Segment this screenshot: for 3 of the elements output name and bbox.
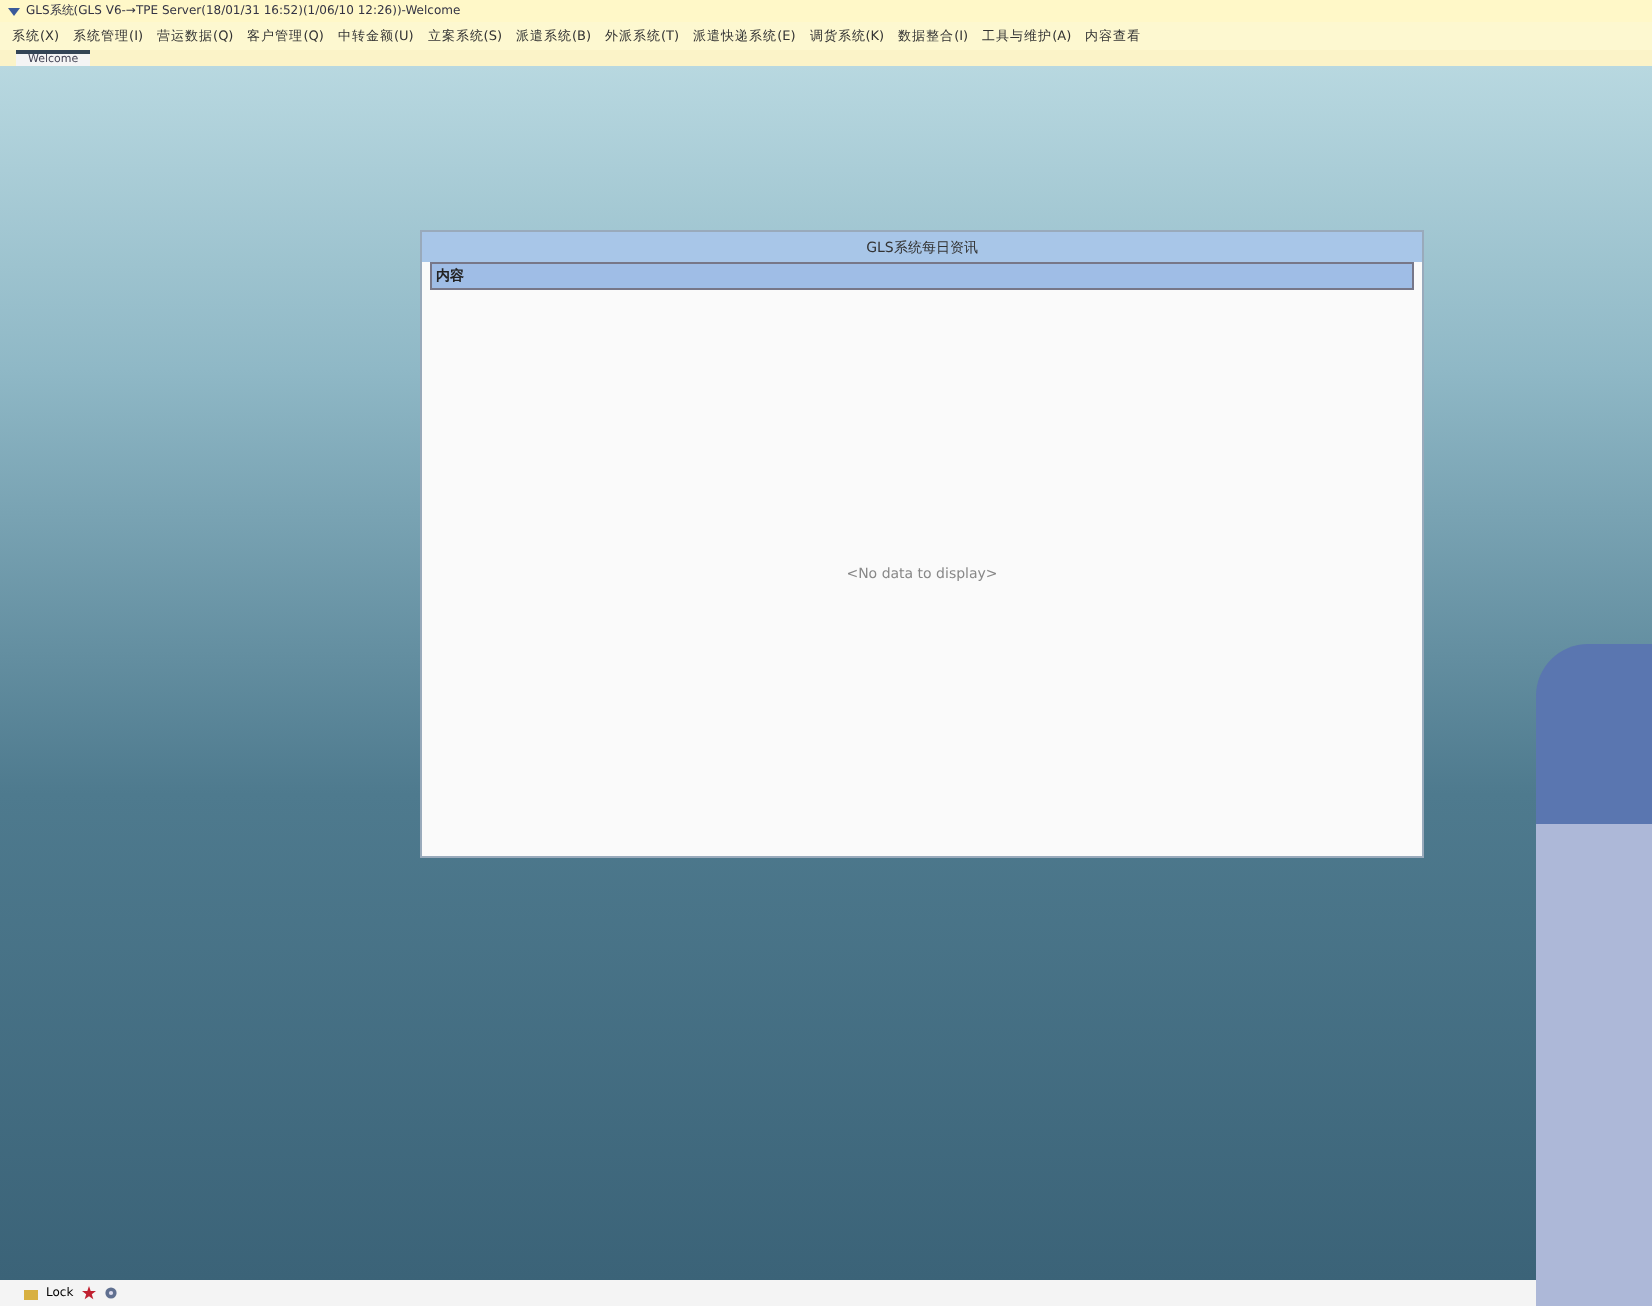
gear-icon[interactable] [103, 1286, 118, 1300]
app-icon [8, 5, 20, 17]
star-icon[interactable] [81, 1286, 96, 1300]
